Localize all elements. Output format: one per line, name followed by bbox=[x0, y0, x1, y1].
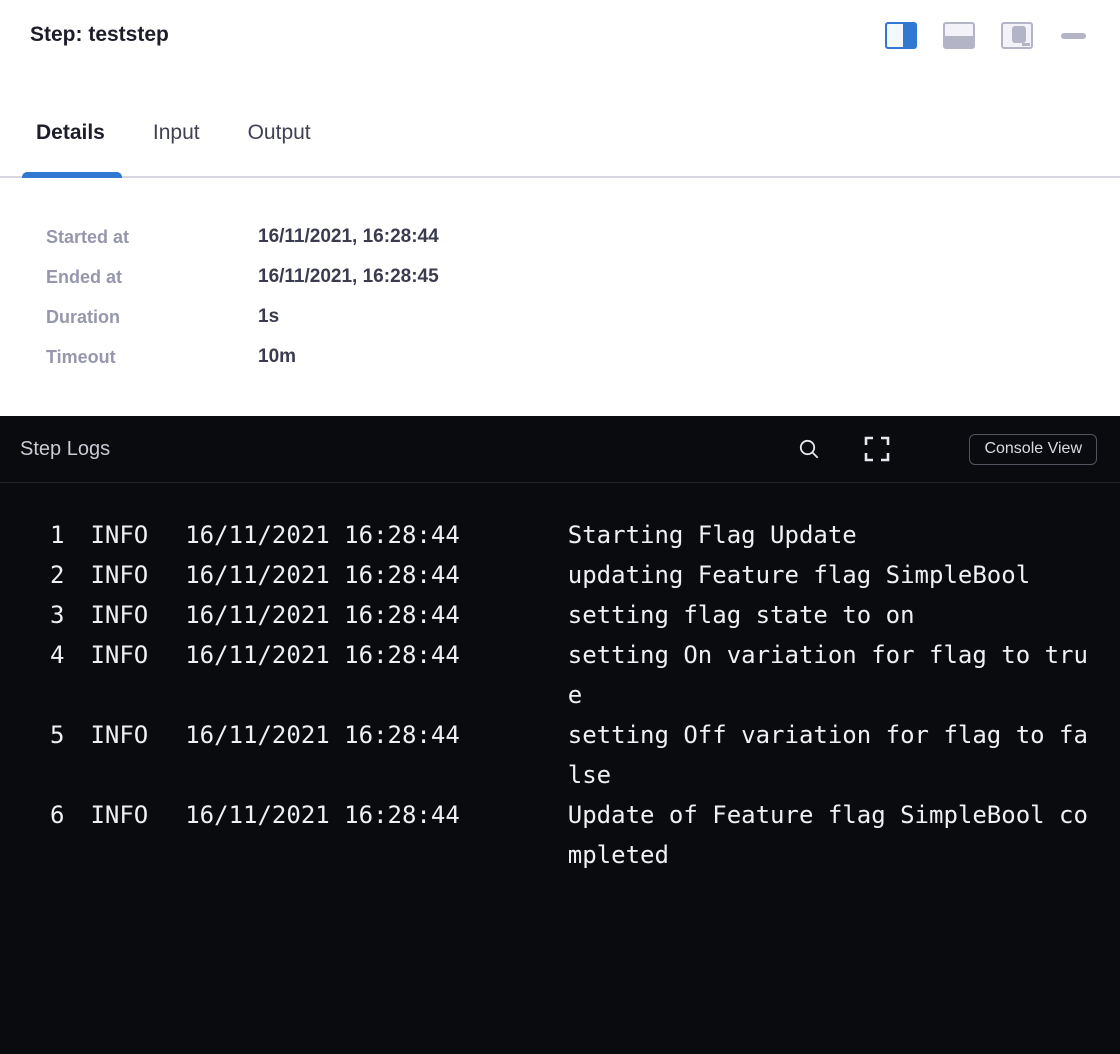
detail-row: Timeout 10m bbox=[46, 337, 1120, 377]
log-line-number: 6 bbox=[50, 795, 64, 835]
step-logs-header: Step Logs Console View bbox=[0, 416, 1120, 483]
details-rows: Started at 16/11/2021, 16:28:44 Ended at… bbox=[46, 217, 1120, 377]
detail-value: 16/11/2021, 16:28:45 bbox=[258, 257, 439, 297]
detail-value: 1s bbox=[258, 297, 279, 337]
log-message: setting flag state to on bbox=[568, 595, 1095, 635]
detail-value: 10m bbox=[258, 337, 296, 377]
log-message: Update of Feature flag SimpleBool comple… bbox=[568, 795, 1095, 875]
log-row: 2 INFO 16/11/2021 16:28:44 updating Feat… bbox=[50, 555, 1120, 595]
step-header: Step: teststep bbox=[0, 0, 1120, 72]
log-message: setting Off variation for flag to false bbox=[568, 715, 1095, 795]
detail-label: Started at bbox=[46, 217, 258, 257]
detail-row: Duration 1s bbox=[46, 297, 1120, 337]
log-list: 1 INFO 16/11/2021 16:28:44 Starting Flag… bbox=[50, 515, 1120, 875]
log-level: INFO bbox=[90, 555, 148, 595]
log-timestamp: 16/11/2021 16:28:44 bbox=[185, 795, 460, 835]
log-row: 5 INFO 16/11/2021 16:28:44 setting Off v… bbox=[50, 715, 1120, 795]
log-row: 1 INFO 16/11/2021 16:28:44 Starting Flag… bbox=[50, 515, 1120, 555]
tabs: Details Input Output bbox=[0, 90, 1120, 178]
details-panel: Started at 16/11/2021, 16:28:44 Ended at… bbox=[0, 178, 1120, 416]
log-timestamp: 16/11/2021 16:28:44 bbox=[185, 595, 460, 635]
search-icon[interactable] bbox=[797, 437, 821, 461]
log-message: updating Feature flag SimpleBool bbox=[568, 555, 1095, 595]
tab-input[interactable]: Input bbox=[153, 90, 200, 176]
split-bottom-view-icon[interactable] bbox=[943, 22, 975, 49]
split-right-view-icon[interactable] bbox=[885, 22, 917, 49]
log-line-number: 5 bbox=[50, 715, 64, 755]
log-line-number: 4 bbox=[50, 635, 64, 675]
log-timestamp: 16/11/2021 16:28:44 bbox=[185, 715, 460, 755]
log-message: setting On variation for flag to true bbox=[568, 635, 1095, 715]
log-timestamp: 16/11/2021 16:28:44 bbox=[185, 555, 460, 595]
detail-label: Duration bbox=[46, 297, 258, 337]
detail-row: Ended at 16/11/2021, 16:28:45 bbox=[46, 257, 1120, 297]
fullscreen-icon[interactable] bbox=[863, 435, 891, 463]
detail-label: Ended at bbox=[46, 257, 258, 297]
log-level: INFO bbox=[90, 795, 148, 835]
log-row: 3 INFO 16/11/2021 16:28:44 setting flag … bbox=[50, 595, 1120, 635]
log-level: INFO bbox=[90, 715, 148, 755]
log-line-number: 3 bbox=[50, 595, 64, 635]
detail-row: Started at 16/11/2021, 16:28:44 bbox=[46, 217, 1120, 257]
log-message: Starting Flag Update bbox=[568, 515, 1095, 555]
log-content: 1 INFO 16/11/2021 16:28:44 Starting Flag… bbox=[0, 483, 1120, 1054]
log-level: INFO bbox=[90, 635, 148, 675]
log-line-number: 1 bbox=[50, 515, 64, 555]
console-view-button[interactable]: Console View bbox=[969, 434, 1097, 465]
log-row: 6 INFO 16/11/2021 16:28:44 Update of Fea… bbox=[50, 795, 1120, 875]
step-logs-title: Step Logs bbox=[20, 438, 797, 461]
log-level: INFO bbox=[90, 595, 148, 635]
logs-actions: Console View bbox=[797, 434, 1097, 465]
detail-label: Timeout bbox=[46, 337, 258, 377]
detail-value: 16/11/2021, 16:28:44 bbox=[258, 217, 439, 257]
minimize-icon[interactable] bbox=[1061, 33, 1086, 39]
floating-view-icon[interactable] bbox=[1001, 22, 1033, 49]
log-level: INFO bbox=[90, 515, 148, 555]
step-logs-panel: Step Logs Console View 1 INFO 1 bbox=[0, 416, 1120, 1054]
window-layout-controls bbox=[885, 22, 1086, 49]
log-line-number: 2 bbox=[50, 555, 64, 595]
tab-output[interactable]: Output bbox=[248, 90, 311, 176]
log-timestamp: 16/11/2021 16:28:44 bbox=[185, 515, 460, 555]
tab-details[interactable]: Details bbox=[36, 90, 105, 176]
log-row: 4 INFO 16/11/2021 16:28:44 setting On va… bbox=[50, 635, 1120, 715]
log-timestamp: 16/11/2021 16:28:44 bbox=[185, 635, 460, 675]
page-title: Step: teststep bbox=[30, 20, 169, 50]
